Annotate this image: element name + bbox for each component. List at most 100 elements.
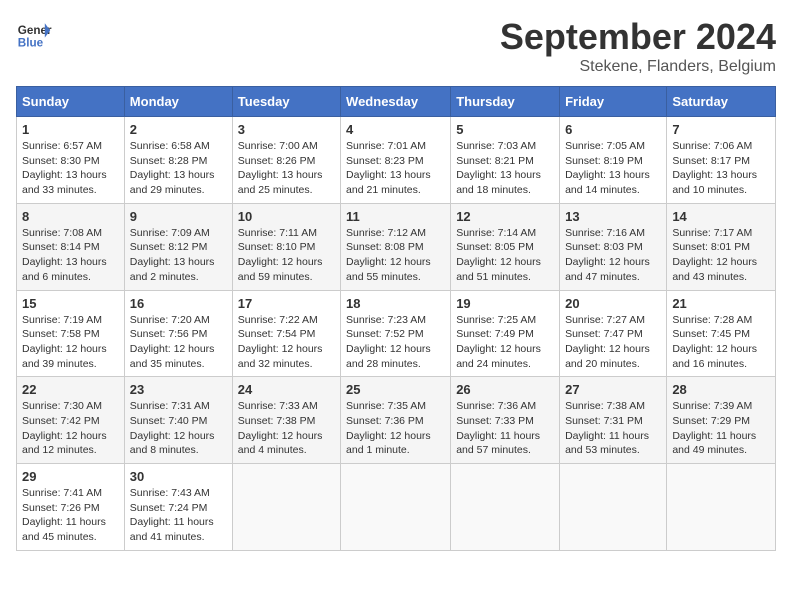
day-number: 9: [130, 209, 227, 224]
title-area: September 2024 Stekene, Flanders, Belgiu…: [500, 16, 776, 76]
calendar-cell: 17 Sunrise: 7:22 AM Sunset: 7:54 PM Dayli…: [232, 290, 340, 377]
day-number: 30: [130, 469, 227, 484]
calendar-cell: 27 Sunrise: 7:38 AM Sunset: 7:31 PM Dayli…: [560, 377, 667, 464]
day-number: 21: [672, 296, 770, 311]
day-number: 8: [22, 209, 119, 224]
day-info: Sunrise: 7:39 AM Sunset: 7:29 PM Dayligh…: [672, 399, 770, 458]
logo: General Blue: [16, 16, 52, 52]
calendar-cell: 23 Sunrise: 7:31 AM Sunset: 7:40 PM Dayli…: [124, 377, 232, 464]
calendar-cell: 22 Sunrise: 7:30 AM Sunset: 7:42 PM Dayli…: [17, 377, 125, 464]
calendar-cell: [667, 464, 776, 551]
calendar-cell: 9 Sunrise: 7:09 AM Sunset: 8:12 PM Daylig…: [124, 203, 232, 290]
day-info: Sunrise: 7:01 AM Sunset: 8:23 PM Dayligh…: [346, 139, 445, 198]
weekday-header-tuesday: Tuesday: [232, 87, 340, 117]
calendar-cell: 20 Sunrise: 7:27 AM Sunset: 7:47 PM Dayli…: [560, 290, 667, 377]
calendar-cell: 1 Sunrise: 6:57 AM Sunset: 8:30 PM Daylig…: [17, 117, 125, 204]
day-number: 13: [565, 209, 661, 224]
day-info: Sunrise: 7:16 AM Sunset: 8:03 PM Dayligh…: [565, 226, 661, 285]
calendar-cell: 18 Sunrise: 7:23 AM Sunset: 7:52 PM Dayli…: [341, 290, 451, 377]
day-number: 27: [565, 382, 661, 397]
calendar-cell: 2 Sunrise: 6:58 AM Sunset: 8:28 PM Daylig…: [124, 117, 232, 204]
calendar-cell: 4 Sunrise: 7:01 AM Sunset: 8:23 PM Daylig…: [341, 117, 451, 204]
day-number: 29: [22, 469, 119, 484]
day-info: Sunrise: 7:08 AM Sunset: 8:14 PM Dayligh…: [22, 226, 119, 285]
location-subtitle: Stekene, Flanders, Belgium: [500, 58, 776, 76]
calendar-cell: [451, 464, 560, 551]
page-header: General Blue September 2024 Stekene, Fla…: [16, 16, 776, 76]
month-title: September 2024: [500, 16, 776, 58]
weekday-header-row: SundayMondayTuesdayWednesdayThursdayFrid…: [17, 87, 776, 117]
day-info: Sunrise: 7:35 AM Sunset: 7:36 PM Dayligh…: [346, 399, 445, 458]
calendar-cell: 15 Sunrise: 7:19 AM Sunset: 7:58 PM Dayli…: [17, 290, 125, 377]
logo-icon: General Blue: [16, 16, 52, 52]
calendar-cell: 11 Sunrise: 7:12 AM Sunset: 8:08 PM Dayli…: [341, 203, 451, 290]
calendar-cell: 19Sunrise: 7:25 AM Sunset: 7:49 PM Dayli…: [451, 290, 560, 377]
weekday-header-saturday: Saturday: [667, 87, 776, 117]
day-info: Sunrise: 7:30 AM Sunset: 7:42 PM Dayligh…: [22, 399, 119, 458]
calendar-cell: 7 Sunrise: 7:06 AM Sunset: 8:17 PM Daylig…: [667, 117, 776, 204]
day-number: 15: [22, 296, 119, 311]
day-info: Sunrise: 7:27 AM Sunset: 7:47 PM Dayligh…: [565, 313, 661, 372]
day-number: 26: [456, 382, 554, 397]
calendar-table: SundayMondayTuesdayWednesdayThursdayFrid…: [16, 86, 776, 551]
calendar-cell: 26 Sunrise: 7:36 AM Sunset: 7:33 PM Dayli…: [451, 377, 560, 464]
day-info: Sunrise: 6:57 AM Sunset: 8:30 PM Dayligh…: [22, 139, 119, 198]
day-info: Sunrise: 7:12 AM Sunset: 8:08 PM Dayligh…: [346, 226, 445, 285]
day-info: Sunrise: 7:19 AM Sunset: 7:58 PM Dayligh…: [22, 313, 119, 372]
day-info: Sunrise: 7:38 AM Sunset: 7:31 PM Dayligh…: [565, 399, 661, 458]
calendar-cell: 21 Sunrise: 7:28 AM Sunset: 7:45 PM Dayli…: [667, 290, 776, 377]
day-number: 14: [672, 209, 770, 224]
calendar-week-1: 1 Sunrise: 6:57 AM Sunset: 8:30 PM Daylig…: [17, 117, 776, 204]
calendar-cell: 3Sunrise: 7:00 AM Sunset: 8:26 PM Daylig…: [232, 117, 340, 204]
day-info: Sunrise: 7:23 AM Sunset: 7:52 PM Dayligh…: [346, 313, 445, 372]
day-number: 17: [238, 296, 335, 311]
calendar-cell: 25 Sunrise: 7:35 AM Sunset: 7:36 PM Dayli…: [341, 377, 451, 464]
calendar-week-5: 29 Sunrise: 7:41 AM Sunset: 7:26 PM Dayli…: [17, 464, 776, 551]
day-number: 24: [238, 382, 335, 397]
day-number: 12: [456, 209, 554, 224]
day-number: 3: [238, 122, 335, 137]
weekday-header-monday: Monday: [124, 87, 232, 117]
day-number: 2: [130, 122, 227, 137]
day-info: Sunrise: 7:17 AM Sunset: 8:01 PM Dayligh…: [672, 226, 770, 285]
day-number: 23: [130, 382, 227, 397]
day-info: Sunrise: 7:31 AM Sunset: 7:40 PM Dayligh…: [130, 399, 227, 458]
calendar-cell: 24 Sunrise: 7:33 AM Sunset: 7:38 PM Dayli…: [232, 377, 340, 464]
calendar-body: 1 Sunrise: 6:57 AM Sunset: 8:30 PM Daylig…: [17, 117, 776, 551]
day-number: 20: [565, 296, 661, 311]
day-number: 6: [565, 122, 661, 137]
weekday-header-friday: Friday: [560, 87, 667, 117]
day-number: 22: [22, 382, 119, 397]
day-number: 11: [346, 209, 445, 224]
calendar-week-4: 22 Sunrise: 7:30 AM Sunset: 7:42 PM Dayli…: [17, 377, 776, 464]
day-info: Sunrise: 6:58 AM Sunset: 8:28 PM Dayligh…: [130, 139, 227, 198]
day-info: Sunrise: 7:36 AM Sunset: 7:33 PM Dayligh…: [456, 399, 554, 458]
day-number: 1: [22, 122, 119, 137]
calendar-cell: 16Sunrise: 7:20 AM Sunset: 7:56 PM Dayli…: [124, 290, 232, 377]
day-info: Sunrise: 7:03 AM Sunset: 8:21 PM Dayligh…: [456, 139, 554, 198]
day-number: 18: [346, 296, 445, 311]
day-info: Sunrise: 7:14 AM Sunset: 8:05 PM Dayligh…: [456, 226, 554, 285]
day-number: 10: [238, 209, 335, 224]
day-info: Sunrise: 7:22 AM Sunset: 7:54 PM Dayligh…: [238, 313, 335, 372]
svg-text:Blue: Blue: [18, 37, 44, 50]
calendar-cell: [232, 464, 340, 551]
weekday-header-thursday: Thursday: [451, 87, 560, 117]
day-number: 28: [672, 382, 770, 397]
day-number: 16: [130, 296, 227, 311]
day-info: Sunrise: 7:33 AM Sunset: 7:38 PM Dayligh…: [238, 399, 335, 458]
weekday-header-sunday: Sunday: [17, 87, 125, 117]
day-info: Sunrise: 7:06 AM Sunset: 8:17 PM Dayligh…: [672, 139, 770, 198]
day-info: Sunrise: 7:05 AM Sunset: 8:19 PM Dayligh…: [565, 139, 661, 198]
calendar-week-3: 15 Sunrise: 7:19 AM Sunset: 7:58 PM Dayli…: [17, 290, 776, 377]
day-number: 5: [456, 122, 554, 137]
day-number: 4: [346, 122, 445, 137]
day-info: Sunrise: 7:41 AM Sunset: 7:26 PM Dayligh…: [22, 486, 119, 545]
day-number: 7: [672, 122, 770, 137]
day-info: Sunrise: 7:09 AM Sunset: 8:12 PM Dayligh…: [130, 226, 227, 285]
weekday-header-wednesday: Wednesday: [341, 87, 451, 117]
calendar-cell: 28 Sunrise: 7:39 AM Sunset: 7:29 PM Dayli…: [667, 377, 776, 464]
day-number: 25: [346, 382, 445, 397]
day-info: Sunrise: 7:25 AM Sunset: 7:49 PM Dayligh…: [456, 313, 554, 372]
day-info: Sunrise: 7:28 AM Sunset: 7:45 PM Dayligh…: [672, 313, 770, 372]
